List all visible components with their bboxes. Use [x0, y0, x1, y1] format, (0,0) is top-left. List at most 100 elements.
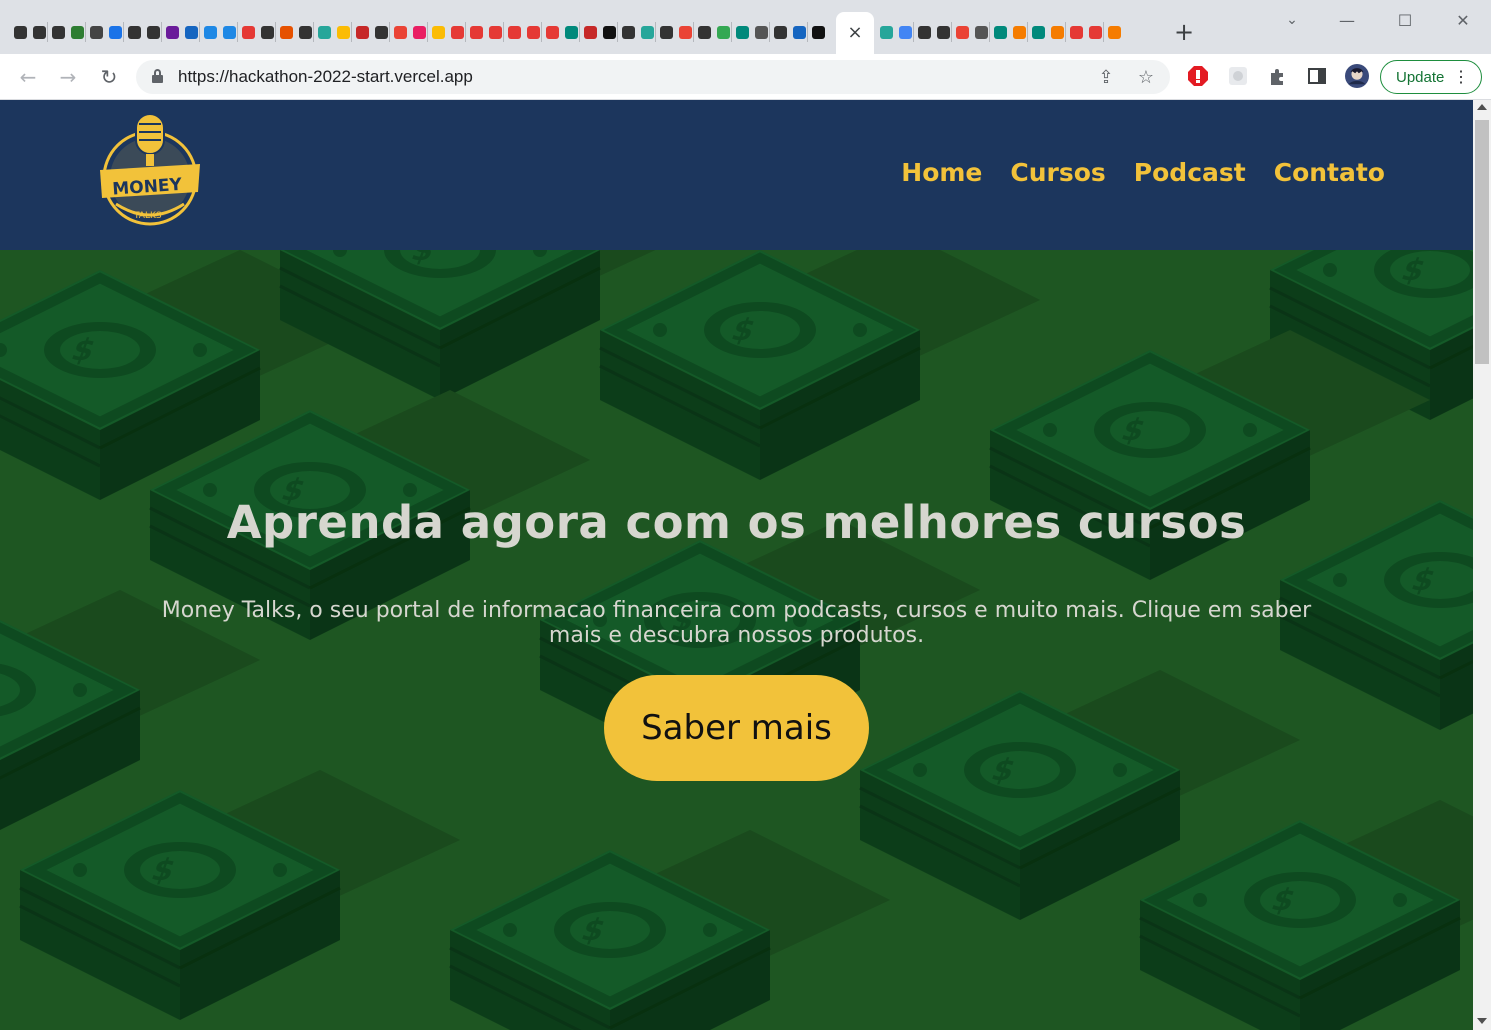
pinned-tab-favicon-icon[interactable] — [126, 22, 143, 42]
pinned-tab-favicon-icon[interactable] — [525, 22, 542, 42]
close-tab-icon[interactable]: × — [847, 24, 862, 42]
pinned-tab-favicon-icon[interactable] — [563, 22, 580, 42]
reload-button[interactable]: ↻ — [95, 63, 123, 91]
pinned-tab-favicon-icon[interactable] — [69, 22, 86, 42]
pinned-tab-favicon-icon[interactable] — [1068, 22, 1085, 42]
nav-contato[interactable]: Contato — [1274, 158, 1385, 187]
back-button[interactable]: ← — [14, 63, 42, 91]
pinned-tab-favicon-icon[interactable] — [677, 22, 694, 42]
pinned-tab-favicon-icon[interactable] — [278, 22, 295, 42]
pinned-tab-favicon-icon[interactable] — [50, 22, 67, 42]
pinned-tab-favicon-icon[interactable] — [734, 22, 751, 42]
pinned-tab-favicon-icon[interactable] — [620, 22, 637, 42]
pinned-tab-favicon-icon[interactable] — [954, 22, 971, 42]
profile-avatar[interactable] — [1345, 64, 1369, 88]
main-nav: Home Cursos Podcast Contato — [901, 158, 1385, 187]
hero-section: $ Aprenda agora com os melhores cursos M… — [0, 250, 1473, 1030]
background-tabs-right[interactable] — [878, 22, 1123, 42]
pinned-tab-favicon-icon[interactable] — [973, 22, 990, 42]
pinned-tab-favicon-icon[interactable] — [715, 22, 732, 42]
pinned-tab-favicon-icon[interactable] — [878, 22, 895, 42]
update-button[interactable]: Update ⋮ — [1380, 60, 1482, 94]
pinned-tab-favicon-icon[interactable] — [430, 22, 447, 42]
url-text[interactable]: https://hackathon-2022-start.vercel.app — [178, 67, 473, 87]
pinned-tab-favicon-icon[interactable] — [373, 22, 390, 42]
pinned-tab-favicon-icon[interactable] — [506, 22, 523, 42]
background-tabs[interactable] — [12, 22, 827, 44]
pinned-tab-favicon-icon[interactable] — [992, 22, 1009, 42]
hero-title: Aprenda agora com os melhores cursos — [226, 496, 1247, 549]
pinned-tab-favicon-icon[interactable] — [487, 22, 504, 42]
pinned-tab-favicon-icon[interactable] — [449, 22, 466, 42]
minimize-button[interactable]: — — [1335, 8, 1359, 32]
pinned-tab-favicon-icon[interactable] — [791, 22, 808, 42]
adblock-extension-icon[interactable] — [1186, 64, 1210, 88]
page-scrollbar[interactable] — [1473, 100, 1491, 1030]
update-label: Update — [1396, 68, 1445, 86]
tab-strip: × + ⌄ — ☐ ✕ — [0, 0, 1491, 54]
pinned-tab-favicon-icon[interactable] — [335, 22, 352, 42]
close-window-button[interactable]: ✕ — [1451, 8, 1475, 32]
pinned-tab-favicon-icon[interactable] — [31, 22, 48, 42]
pinned-tab-favicon-icon[interactable] — [221, 22, 238, 42]
pinned-tab-favicon-icon[interactable] — [145, 22, 162, 42]
pinned-tab-favicon-icon[interactable] — [297, 22, 314, 42]
logo-text-sub: TALKS — [133, 211, 162, 221]
lock-icon[interactable] — [152, 69, 163, 83]
hero-subtitle: Money Talks, o seu portal de informacao … — [161, 598, 1312, 648]
pinned-tab-favicon-icon[interactable] — [639, 22, 656, 42]
forward-button[interactable]: → — [54, 63, 82, 91]
pinned-tab-favicon-icon[interactable] — [658, 22, 675, 42]
pinned-tab-favicon-icon[interactable] — [1030, 22, 1047, 42]
pinned-tab-favicon-icon[interactable] — [696, 22, 713, 42]
active-tab[interactable]: × — [836, 12, 874, 54]
extensions-puzzle-icon[interactable] — [1266, 64, 1290, 88]
nav-podcast[interactable]: Podcast — [1134, 158, 1246, 187]
pinned-tab-favicon-icon[interactable] — [772, 22, 789, 42]
money-talks-logo[interactable]: MONEY TALKS — [98, 112, 202, 228]
address-bar[interactable]: https://hackathon-2022-start.vercel.app … — [136, 60, 1170, 94]
pinned-tab-favicon-icon[interactable] — [544, 22, 561, 42]
maximize-button[interactable]: ☐ — [1393, 8, 1417, 32]
pinned-tab-favicon-icon[interactable] — [183, 22, 200, 42]
nav-home[interactable]: Home — [901, 158, 982, 187]
pinned-tab-favicon-icon[interactable] — [164, 22, 181, 42]
pinned-tab-favicon-icon[interactable] — [753, 22, 770, 42]
pinned-tab-favicon-icon[interactable] — [916, 22, 933, 42]
pinned-tab-favicon-icon[interactable] — [354, 22, 371, 42]
site-header: MONEY TALKS Home Cursos Podcast Contato — [0, 100, 1473, 250]
nav-cursos[interactable]: Cursos — [1010, 158, 1105, 187]
pinned-tab-favicon-icon[interactable] — [1011, 22, 1028, 42]
tab-search-icon[interactable]: ⌄ — [1280, 8, 1304, 32]
pinned-tab-favicon-icon[interactable] — [392, 22, 409, 42]
pinned-tab-favicon-icon[interactable] — [468, 22, 485, 42]
pinned-tab-favicon-icon[interactable] — [240, 22, 257, 42]
pinned-tab-favicon-icon[interactable] — [88, 22, 105, 42]
pinned-tab-favicon-icon[interactable] — [601, 22, 618, 42]
browser-toolbar: ← → ↻ https://hackathon-2022-start.verce… — [0, 54, 1491, 100]
new-tab-button[interactable]: + — [1170, 18, 1198, 46]
page-viewport: MONEY TALKS Home Cursos Podcast Contato — [0, 100, 1473, 1030]
pinned-tab-favicon-icon[interactable] — [202, 22, 219, 42]
pinned-tab-favicon-icon[interactable] — [1087, 22, 1104, 42]
scroll-down-arrow-icon[interactable] — [1477, 1018, 1487, 1024]
pinned-tab-favicon-icon[interactable] — [107, 22, 124, 42]
side-panel-icon[interactable] — [1305, 64, 1329, 88]
menu-kebab-icon[interactable]: ⋮ — [1453, 67, 1469, 87]
saber-mais-button[interactable]: Saber mais — [604, 675, 869, 781]
scroll-thumb[interactable] — [1475, 120, 1489, 364]
pinned-tab-favicon-icon[interactable] — [810, 22, 827, 42]
pinned-tab-favicon-icon[interactable] — [259, 22, 276, 42]
share-icon[interactable]: ⇪ — [1094, 65, 1118, 89]
pinned-tab-favicon-icon[interactable] — [12, 22, 29, 42]
scroll-up-arrow-icon[interactable] — [1477, 104, 1487, 110]
bookmark-star-icon[interactable]: ☆ — [1134, 65, 1158, 89]
pinned-tab-favicon-icon[interactable] — [897, 22, 914, 42]
pinned-tab-favicon-icon[interactable] — [582, 22, 599, 42]
extension-icon[interactable] — [1226, 64, 1250, 88]
pinned-tab-favicon-icon[interactable] — [1106, 22, 1123, 42]
pinned-tab-favicon-icon[interactable] — [935, 22, 952, 42]
pinned-tab-favicon-icon[interactable] — [1049, 22, 1066, 42]
pinned-tab-favicon-icon[interactable] — [316, 22, 333, 42]
pinned-tab-favicon-icon[interactable] — [411, 22, 428, 42]
